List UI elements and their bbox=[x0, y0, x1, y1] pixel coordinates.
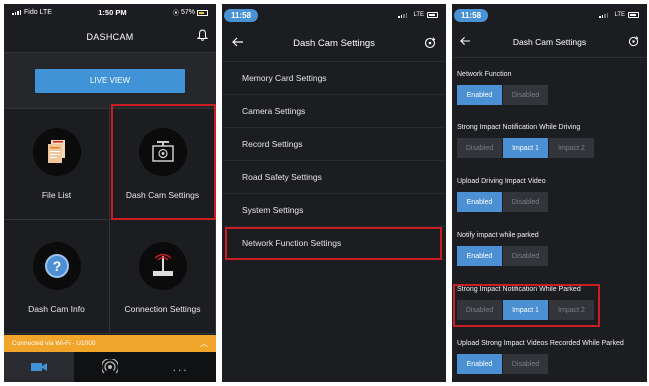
dashcam-settings-menu-screen: 11:58 LTE Dash Cam Settings Memory Card … bbox=[222, 4, 446, 382]
signal-icon bbox=[398, 12, 408, 18]
section-network-function: Network Function Enabled Disabled bbox=[452, 69, 647, 122]
back-arrow-icon[interactable] bbox=[460, 36, 471, 46]
option-disabled[interactable]: Disabled bbox=[503, 192, 548, 212]
option-enabled[interactable]: Enabled bbox=[457, 85, 502, 105]
app-header: Dash Cam Settings bbox=[452, 26, 647, 58]
section-upload-parked: Upload Strong Impact Videos Recorded Whi… bbox=[452, 338, 647, 382]
app-header: DASHCAM bbox=[4, 21, 216, 52]
dashcam-home-screen: Fido LTE 1:50 PM ⦿ 57% DASHCAM LIVE VIEW bbox=[4, 4, 216, 382]
option-disabled[interactable]: Disabled bbox=[503, 85, 548, 105]
live-view-area: LIVE VIEW bbox=[4, 52, 216, 109]
tile-label: Dash Cam Info bbox=[28, 304, 85, 314]
page-title: DASHCAM bbox=[86, 31, 134, 42]
section-title: Upload Driving Impact Video bbox=[457, 178, 546, 185]
tab-connection[interactable] bbox=[75, 359, 145, 375]
svg-text:?: ? bbox=[52, 258, 61, 274]
option-impact-1[interactable]: Impact 1 bbox=[503, 138, 548, 158]
live-view-button[interactable]: LIVE VIEW bbox=[35, 68, 185, 93]
battery-icon bbox=[628, 12, 639, 18]
status-bar: 11:58 LTE bbox=[452, 4, 647, 26]
tile-dash-cam-info[interactable]: ? Dash Cam Info bbox=[4, 220, 110, 334]
menu-item-memory-card[interactable]: Memory Card Settings bbox=[222, 62, 446, 95]
tile-label: Connection Settings bbox=[124, 304, 201, 314]
network-type: LTE bbox=[413, 12, 424, 18]
section-notify-parked: Notify impact while parked Enabled Disab… bbox=[452, 230, 647, 284]
settings-sections: Network Function Enabled Disabled Strong… bbox=[452, 69, 647, 382]
segmented-control: Enabled Disabled bbox=[457, 354, 647, 374]
wifi-status-bar[interactable]: Connected via Wi-Fi - U1000 ︿ bbox=[4, 335, 216, 352]
status-right: LTE bbox=[599, 12, 639, 18]
file-list-icon bbox=[32, 128, 81, 176]
more-icon: ... bbox=[172, 360, 189, 374]
bell-icon[interactable] bbox=[197, 29, 208, 41]
status-time: 1:50 PM bbox=[98, 8, 127, 17]
status-time: 11:58 bbox=[224, 8, 259, 22]
battery-percent: 57% bbox=[180, 9, 195, 16]
battery-icon bbox=[196, 9, 208, 16]
status-time: 11:58 bbox=[454, 8, 489, 22]
chevron-up-icon: ︿ bbox=[200, 339, 208, 348]
segmented-control: Enabled Disabled bbox=[457, 192, 647, 212]
signal-icon bbox=[12, 10, 21, 15]
location-icon: ⦿ bbox=[172, 11, 179, 17]
menu-item-system[interactable]: System Settings bbox=[222, 194, 446, 227]
option-disabled[interactable]: Disabled bbox=[503, 246, 548, 266]
network-type: LTE bbox=[39, 9, 52, 16]
tab-camera[interactable] bbox=[4, 352, 75, 382]
battery-icon bbox=[427, 12, 438, 18]
bottom-tab-bar: ... bbox=[4, 352, 216, 382]
page-title: Dash Cam Settings bbox=[512, 36, 587, 47]
signal-icon bbox=[599, 12, 609, 18]
tile-file-list[interactable]: File List bbox=[4, 106, 110, 220]
status-left: Fido LTE bbox=[12, 9, 52, 16]
status-bar: 11:58 LTE bbox=[222, 4, 446, 26]
broadcast-icon bbox=[101, 359, 118, 374]
option-disabled[interactable]: Disabled bbox=[457, 138, 502, 158]
sync-icon[interactable] bbox=[628, 36, 639, 47]
tile-connection-settings[interactable]: Connection Settings bbox=[110, 220, 216, 334]
wifi-status-text: Connected via Wi-Fi - U1000 bbox=[12, 340, 96, 347]
segmented-control: Enabled Disabled bbox=[457, 85, 647, 105]
section-title: Network Function bbox=[457, 71, 512, 78]
section-title: Notify impact while parked bbox=[457, 232, 539, 239]
menu-item-record[interactable]: Record Settings bbox=[222, 128, 446, 161]
segmented-control: Disabled Impact 1 Impact 2 bbox=[457, 138, 647, 158]
highlight-box bbox=[111, 104, 216, 220]
section-upload-driving: Upload Driving Impact Video Enabled Disa… bbox=[452, 176, 647, 230]
back-arrow-icon[interactable] bbox=[232, 37, 244, 47]
info-icon: ? bbox=[32, 242, 81, 290]
status-right: LTE bbox=[398, 12, 438, 18]
status-bar: Fido LTE 1:50 PM ⦿ 57% bbox=[4, 4, 216, 21]
carrier-name: Fido bbox=[24, 9, 38, 16]
section-title: Upload Strong Impact Videos Recorded Whi… bbox=[457, 340, 624, 347]
highlight-box bbox=[453, 284, 600, 327]
tab-more[interactable]: ... bbox=[146, 360, 216, 374]
menu-item-camera[interactable]: Camera Settings bbox=[222, 95, 446, 128]
video-camera-icon bbox=[31, 363, 48, 371]
page-title: Dash Cam Settings bbox=[293, 38, 375, 49]
network-function-settings-screen: 11:58 LTE Dash Cam Settings Network Func… bbox=[452, 4, 647, 382]
menu-item-road-safety[interactable]: Road Safety Settings bbox=[222, 161, 446, 194]
option-enabled[interactable]: Enabled bbox=[457, 354, 502, 374]
sync-icon[interactable] bbox=[424, 37, 436, 49]
segmented-control: Enabled Disabled bbox=[457, 246, 647, 266]
tile-label: File List bbox=[41, 190, 72, 200]
network-type: LTE bbox=[614, 12, 625, 18]
section-impact-driving: Strong Impact Notification While Driving… bbox=[452, 122, 647, 176]
highlight-box bbox=[225, 227, 442, 260]
option-impact-2[interactable]: Impact 2 bbox=[549, 138, 594, 158]
option-enabled[interactable]: Enabled bbox=[457, 192, 502, 212]
section-title: Strong Impact Notification While Driving bbox=[457, 124, 581, 131]
option-enabled[interactable]: Enabled bbox=[457, 246, 502, 266]
app-header: Dash Cam Settings bbox=[222, 26, 446, 62]
status-right: ⦿ 57% bbox=[173, 8, 208, 17]
option-disabled[interactable]: Disabled bbox=[503, 354, 548, 374]
router-icon bbox=[138, 242, 187, 290]
